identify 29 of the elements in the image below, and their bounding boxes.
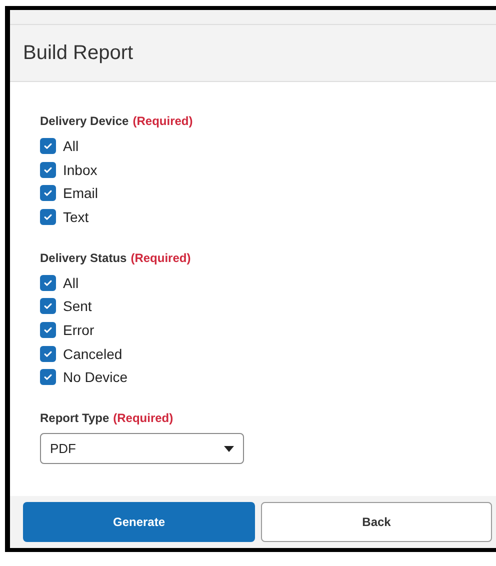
checkbox-label: Error — [63, 322, 94, 338]
checkbox-label: All — [63, 138, 79, 154]
page-title: Build Report — [23, 42, 134, 64]
required-note: (Required) — [130, 250, 191, 265]
checkbox-label: No Device — [63, 369, 128, 386]
checkbox[interactable] — [40, 369, 56, 386]
checkbox[interactable] — [40, 322, 56, 338]
checkbox-label: Inbox — [63, 162, 98, 178]
checkbox[interactable] — [40, 274, 56, 291]
checkbox[interactable] — [40, 346, 56, 362]
back-button[interactable]: Back — [261, 502, 492, 542]
checkbox[interactable] — [40, 138, 56, 154]
checkbox-label: Sent — [63, 298, 92, 314]
report-type-dropdown[interactable]: PDF — [40, 433, 244, 464]
checkbox[interactable] — [40, 208, 56, 225]
checkbox[interactable] — [40, 162, 56, 178]
field-label: Delivery Status — [40, 250, 127, 265]
field-label: Report Type — [40, 411, 110, 426]
checkbox-label: All — [63, 274, 79, 291]
checkbox-label: Text — [63, 208, 89, 225]
checkbox-label: Canceled — [63, 346, 122, 362]
checkbox-label: Email — [63, 185, 98, 202]
caret-icon — [224, 446, 234, 452]
required-note: (Required) — [113, 411, 174, 426]
checkbox[interactable] — [40, 185, 56, 202]
field-label: Delivery Device — [40, 114, 129, 128]
generate-button[interactable]: Generate — [23, 502, 255, 542]
required-note: (Required) — [132, 114, 193, 128]
checkbox[interactable] — [40, 298, 56, 314]
